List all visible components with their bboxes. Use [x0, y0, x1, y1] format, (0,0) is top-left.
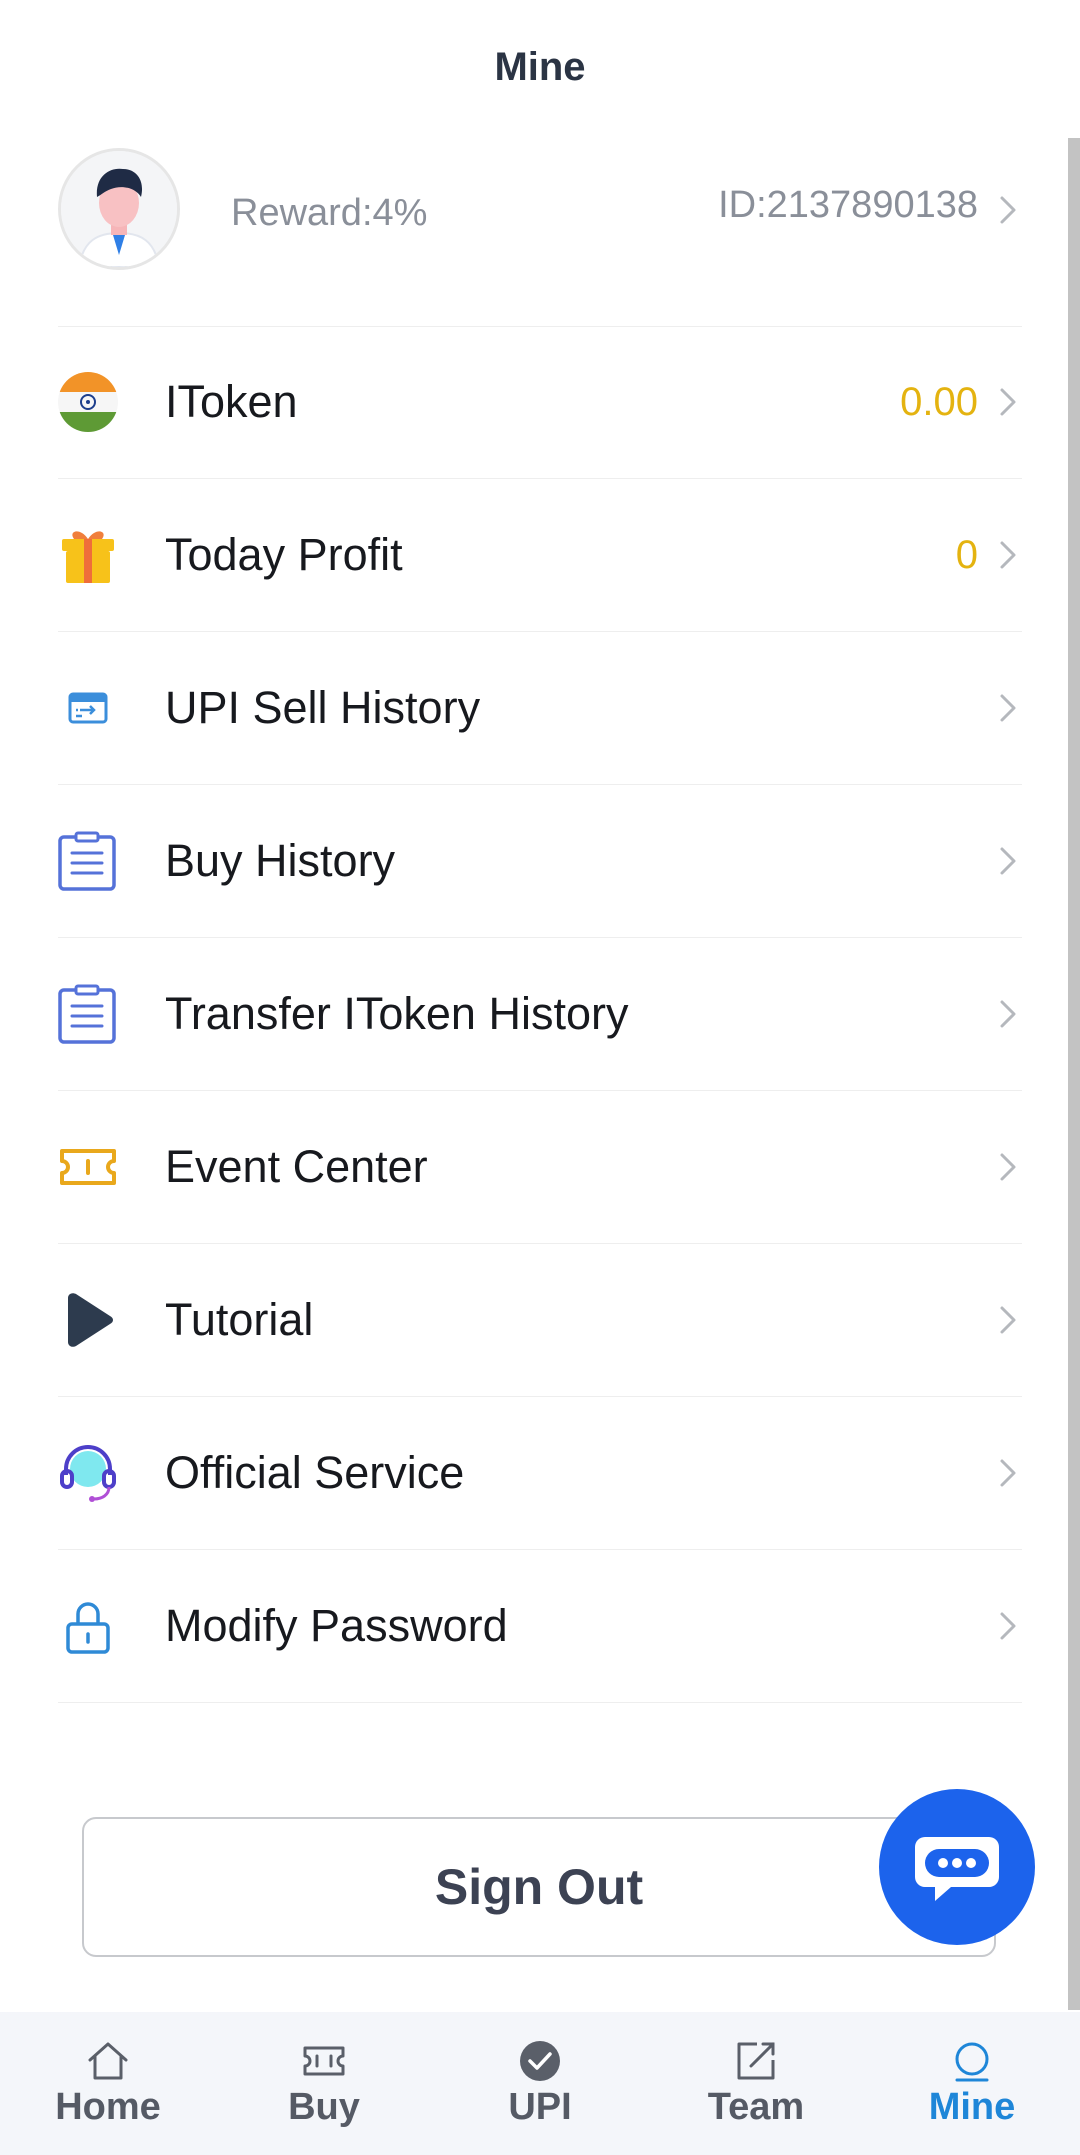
- sign-out-label: Sign Out: [434, 1859, 644, 1915]
- menu-item-buy-history[interactable]: Buy History: [58, 785, 1022, 938]
- header: Mine: [0, 0, 1080, 134]
- menu-item-official-service[interactable]: Official Service: [58, 1397, 1022, 1550]
- chevron-right-icon: [1000, 694, 1016, 722]
- menu-label: Official Service: [165, 1447, 465, 1498]
- ticket-icon: [60, 1149, 116, 1185]
- tab-mine[interactable]: Mine: [864, 2012, 1080, 2155]
- bottom-tab-bar: Home Buy UPI Team Mine: [0, 2012, 1080, 2155]
- gift-icon: [62, 531, 114, 583]
- menu-item-today-profit[interactable]: Today Profit 0: [58, 479, 1022, 632]
- menu-label: IToken: [165, 376, 298, 427]
- chevron-right-icon: [1000, 1153, 1016, 1181]
- profile-row[interactable]: Reward:4% ID:2137890138: [58, 148, 1022, 327]
- clipboard-icon: [58, 984, 116, 1044]
- menu-label: Event Center: [165, 1141, 428, 1192]
- headset-icon: [60, 1445, 116, 1502]
- chevron-right-icon: [1000, 1306, 1016, 1334]
- tab-label: Team: [707, 2086, 805, 2128]
- tab-team[interactable]: Team: [648, 2012, 864, 2155]
- menu-label: Modify Password: [165, 1600, 508, 1651]
- chat-support-button[interactable]: [879, 1789, 1035, 1945]
- tab-buy[interactable]: Buy: [216, 2012, 432, 2155]
- menu-item-modify-password[interactable]: Modify Password: [58, 1550, 1022, 1703]
- menu-item-event-center[interactable]: Event Center: [58, 1091, 1022, 1244]
- tab-upi[interactable]: UPI: [432, 2012, 648, 2155]
- mine-page: Mine Reward:4% ID:2137890138 IToken 0.00…: [0, 0, 1080, 2155]
- user-id: ID:2137890138: [718, 184, 978, 226]
- menu-item-tutorial[interactable]: Tutorial: [58, 1244, 1022, 1397]
- tab-label: Mine: [928, 2086, 1016, 2128]
- edit-icon: [737, 2042, 775, 2080]
- india-flag-icon: [58, 372, 118, 432]
- home-icon: [88, 2042, 128, 2080]
- sign-out-button[interactable]: Sign Out: [82, 1817, 996, 1957]
- chevron-right-icon: [1000, 1000, 1016, 1028]
- tab-label: Buy: [288, 2086, 360, 2128]
- tab-label: Home: [55, 2086, 161, 2128]
- menu-label: Today Profit: [165, 529, 403, 580]
- reward-rate: Reward:4%: [231, 192, 428, 234]
- tab-label: UPI: [508, 2086, 572, 2128]
- chevron-right-icon: [1000, 1459, 1016, 1487]
- menu-label: Transfer IToken History: [165, 988, 629, 1039]
- play-icon: [68, 1293, 113, 1347]
- lock-icon: [66, 1602, 110, 1654]
- clipboard-icon: [58, 831, 116, 891]
- menu-label: Tutorial: [165, 1294, 314, 1345]
- menu-label: Buy History: [165, 835, 396, 886]
- chevron-right-icon: [1000, 196, 1016, 224]
- ticket-icon: [303, 2046, 345, 2076]
- chat-bubble-icon: [915, 1837, 999, 1901]
- avatar: [58, 148, 180, 270]
- menu-item-itoken[interactable]: IToken 0.00: [58, 326, 1022, 479]
- upi-box-icon: [68, 692, 108, 724]
- chevron-right-icon: [1000, 388, 1016, 416]
- today-profit-value: 0: [955, 533, 978, 577]
- person-circle-icon: [955, 2042, 989, 2082]
- tab-home[interactable]: Home: [0, 2012, 216, 2155]
- page-title: Mine: [494, 44, 586, 89]
- menu-list: IToken 0.00 Today Profit 0 UPI Sell Hist…: [58, 326, 1022, 1703]
- scrollbar[interactable]: [1068, 138, 1080, 2010]
- menu-item-upi-sell-history[interactable]: UPI Sell History: [58, 632, 1022, 785]
- menu-item-transfer-itoken-history[interactable]: Transfer IToken History: [58, 938, 1022, 1091]
- menu-label: UPI Sell History: [165, 682, 481, 733]
- chevron-right-icon: [1000, 1612, 1016, 1640]
- check-circle-icon: [520, 2041, 560, 2081]
- itoken-balance: 0.00: [900, 380, 978, 424]
- chevron-right-icon: [1000, 847, 1016, 875]
- chevron-right-icon: [1000, 541, 1016, 569]
